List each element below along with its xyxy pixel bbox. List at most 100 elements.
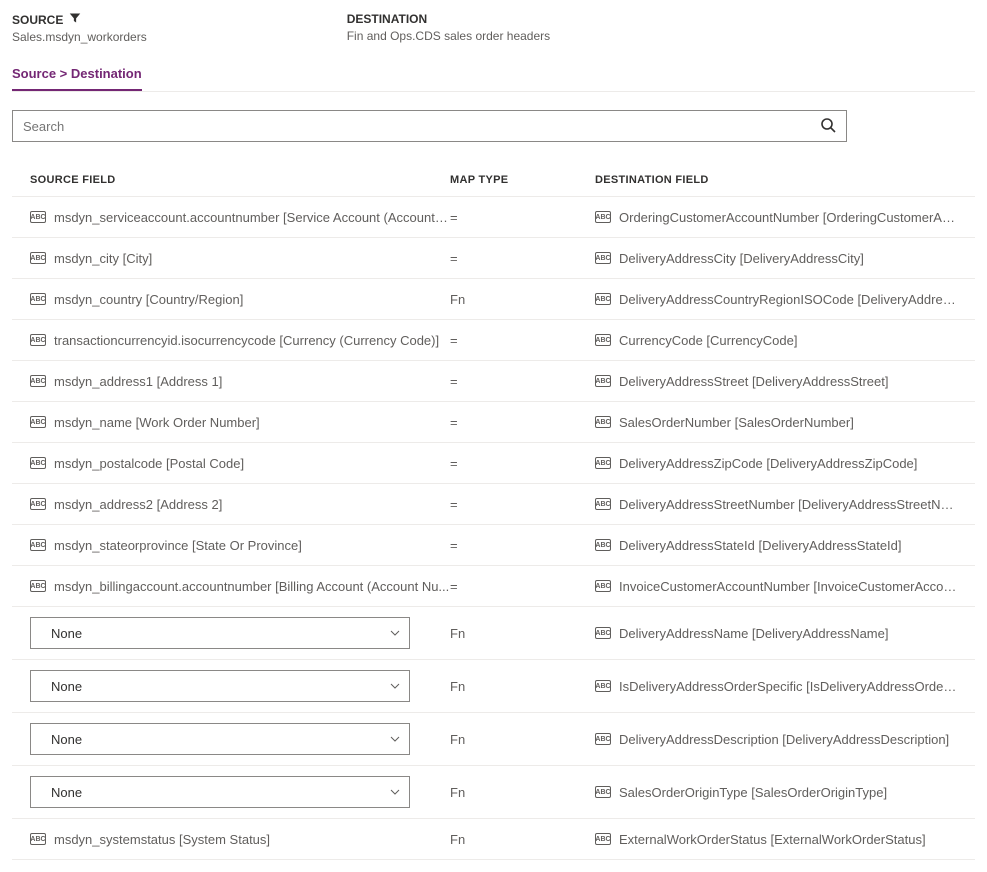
table-row[interactable]: None FnABC DeliveryAddressDescription [Del… xyxy=(12,713,975,766)
map-type-value: = xyxy=(450,497,595,512)
map-type-value: = xyxy=(450,456,595,471)
destination-field-text: DeliveryAddressCountryRegionISOCode [Del… xyxy=(619,292,957,307)
search-container[interactable] xyxy=(12,110,847,142)
map-type-value: Fn xyxy=(450,292,595,307)
field-type-icon: ABC xyxy=(30,293,46,305)
destination-field-text: SalesOrderOriginType [SalesOrderOriginTy… xyxy=(619,785,887,800)
map-type-value: Fn xyxy=(450,626,595,641)
destination-field-text: DeliveryAddressStateId [DeliveryAddressS… xyxy=(619,538,902,553)
destination-field-text: SalesOrderNumber [SalesOrderNumber] xyxy=(619,415,854,430)
chevron-down-icon xyxy=(389,627,401,639)
mapping-header: SOURCE Sales.msdyn_workorders DESTINATIO… xyxy=(12,12,975,44)
destination-field-text: DeliveryAddressCity [DeliveryAddressCity… xyxy=(619,251,864,266)
map-type-value: = xyxy=(450,374,595,389)
source-field-text: msdyn_postalcode [Postal Code] xyxy=(54,456,244,471)
dropdown-value: None xyxy=(51,732,82,747)
field-type-icon: ABC xyxy=(595,539,611,551)
destination-field-text: DeliveryAddressZipCode [DeliveryAddressZ… xyxy=(619,456,917,471)
map-type-value: Fn xyxy=(450,785,595,800)
field-type-icon: ABC xyxy=(595,334,611,346)
field-type-icon: ABC xyxy=(595,733,611,745)
destination-header-label: DESTINATION xyxy=(347,12,550,26)
field-type-icon: ABC xyxy=(595,252,611,264)
table-row[interactable]: ABC transactioncurrencyid.isocurrencycode… xyxy=(12,320,975,361)
search-input[interactable] xyxy=(23,119,820,134)
source-field-text: msdyn_billingaccount.accountnumber [Bill… xyxy=(54,579,449,594)
field-type-icon: ABC xyxy=(30,211,46,223)
table-row[interactable]: ABC msdyn_billingaccount.accountnumber [B… xyxy=(12,566,975,607)
map-type-value: Fn xyxy=(450,679,595,694)
chevron-down-icon xyxy=(389,733,401,745)
tab-strip: Source > Destination xyxy=(12,62,975,92)
dropdown-value: None xyxy=(51,785,82,800)
source-field-text: transactioncurrencyid.isocurrencycode [C… xyxy=(54,333,439,348)
source-field-dropdown[interactable]: None xyxy=(30,617,410,649)
destination-field-text: DeliveryAddressStreet [DeliveryAddressSt… xyxy=(619,374,889,389)
field-type-icon: ABC xyxy=(595,833,611,845)
source-field-dropdown[interactable]: None xyxy=(30,670,410,702)
field-type-icon: ABC xyxy=(595,457,611,469)
field-type-icon: ABC xyxy=(30,334,46,346)
col-source-field[interactable]: SOURCE FIELD xyxy=(30,174,450,186)
map-type-value: = xyxy=(450,251,595,266)
column-headers: SOURCE FIELD MAP TYPE DESTINATION FIELD xyxy=(12,164,975,197)
destination-field-text: DeliveryAddressName [DeliveryAddressName… xyxy=(619,626,888,641)
dropdown-value: None xyxy=(51,626,82,641)
map-type-value: = xyxy=(450,415,595,430)
table-row[interactable]: ABCmsdyn_address1 [Address 1]=ABCDeliver… xyxy=(12,361,975,402)
source-field-dropdown[interactable]: None xyxy=(30,723,410,755)
table-row[interactable]: ABC msdyn_serviceaccount.accountnumber [S… xyxy=(12,197,975,238)
map-type-value: Fn xyxy=(450,732,595,747)
table-row[interactable]: ABCmsdyn_postalcode [Postal Code]=ABCDel… xyxy=(12,443,975,484)
source-field-dropdown[interactable]: None xyxy=(30,776,410,808)
source-field-text: msdyn_address2 [Address 2] xyxy=(54,497,222,512)
source-field-text: msdyn_city [City] xyxy=(54,251,152,266)
field-type-icon: ABC xyxy=(595,375,611,387)
map-type-value: Fn xyxy=(450,832,595,847)
table-row[interactable]: ABCmsdyn_systemstatus [System Status]FnA… xyxy=(12,819,975,860)
filter-icon[interactable] xyxy=(69,12,81,27)
map-type-value: = xyxy=(450,333,595,348)
field-type-icon: ABC xyxy=(30,539,46,551)
source-field-text: msdyn_serviceaccount.accountnumber [Serv… xyxy=(54,210,450,225)
tab-source-destination[interactable]: Source > Destination xyxy=(12,62,142,91)
field-type-icon: ABC xyxy=(30,580,46,592)
field-type-icon: ABC xyxy=(595,580,611,592)
field-type-icon: ABC xyxy=(595,211,611,223)
destination-field-text: IsDeliveryAddressOrderSpecific [IsDelive… xyxy=(619,679,957,694)
field-type-icon: ABC xyxy=(30,833,46,845)
table-row[interactable]: ABCmsdyn_name [Work Order Number]=ABCSal… xyxy=(12,402,975,443)
source-header-value: Sales.msdyn_workorders xyxy=(12,30,147,44)
field-type-icon: ABC xyxy=(30,416,46,428)
destination-field-text: InvoiceCustomerAccountNumber [InvoiceCus… xyxy=(619,579,957,594)
source-field-text: msdyn_country [Country/Region] xyxy=(54,292,243,307)
table-row[interactable]: None FnABC IsDeliveryAddressOrderSpecific … xyxy=(12,660,975,713)
table-row[interactable]: ABCmsdyn_country [Country/Region]FnABCDe… xyxy=(12,279,975,320)
destination-field-text: ExternalWorkOrderStatus [ExternalWorkOrd… xyxy=(619,832,926,847)
destination-field-text: CurrencyCode [CurrencyCode] xyxy=(619,333,797,348)
field-type-icon: ABC xyxy=(30,252,46,264)
source-field-text: msdyn_name [Work Order Number] xyxy=(54,415,260,430)
table-row[interactable]: ABCmsdyn_city [City]=ABCDeliveryAddressC… xyxy=(12,238,975,279)
destination-field-text: OrderingCustomerAccountNumber [OrderingC… xyxy=(619,210,957,225)
destination-field-text: DeliveryAddressDescription [DeliveryAddr… xyxy=(619,732,949,747)
table-row[interactable]: ABC msdyn_stateorprovince [State Or Provi… xyxy=(12,525,975,566)
source-field-text: msdyn_systemstatus [System Status] xyxy=(54,832,270,847)
field-type-icon: ABC xyxy=(595,627,611,639)
source-field-text: msdyn_stateorprovince [State Or Province… xyxy=(54,538,302,553)
field-type-icon: ABC xyxy=(595,680,611,692)
source-field-text: msdyn_address1 [Address 1] xyxy=(54,374,222,389)
col-destination-field[interactable]: DESTINATION FIELD xyxy=(595,174,957,186)
destination-header-value: Fin and Ops.CDS sales order headers xyxy=(347,29,550,43)
map-type-value: = xyxy=(450,579,595,594)
col-map-type[interactable]: MAP TYPE xyxy=(450,174,595,186)
search-icon[interactable] xyxy=(820,117,836,136)
table-row[interactable]: ABCmsdyn_address2 [Address 2]=ABCDeliver… xyxy=(12,484,975,525)
field-type-icon: ABC xyxy=(30,498,46,510)
field-type-icon: ABC xyxy=(595,498,611,510)
table-row[interactable]: None FnABC DeliveryAddressName [DeliveryAd… xyxy=(12,607,975,660)
source-header-label: SOURCE xyxy=(12,12,147,27)
table-row[interactable]: NoneFnABCSalesOrderOriginType [SalesOrde… xyxy=(12,766,975,819)
field-type-icon: ABC xyxy=(595,416,611,428)
destination-field-text: DeliveryAddressStreetNumber [DeliveryAdd… xyxy=(619,497,957,512)
